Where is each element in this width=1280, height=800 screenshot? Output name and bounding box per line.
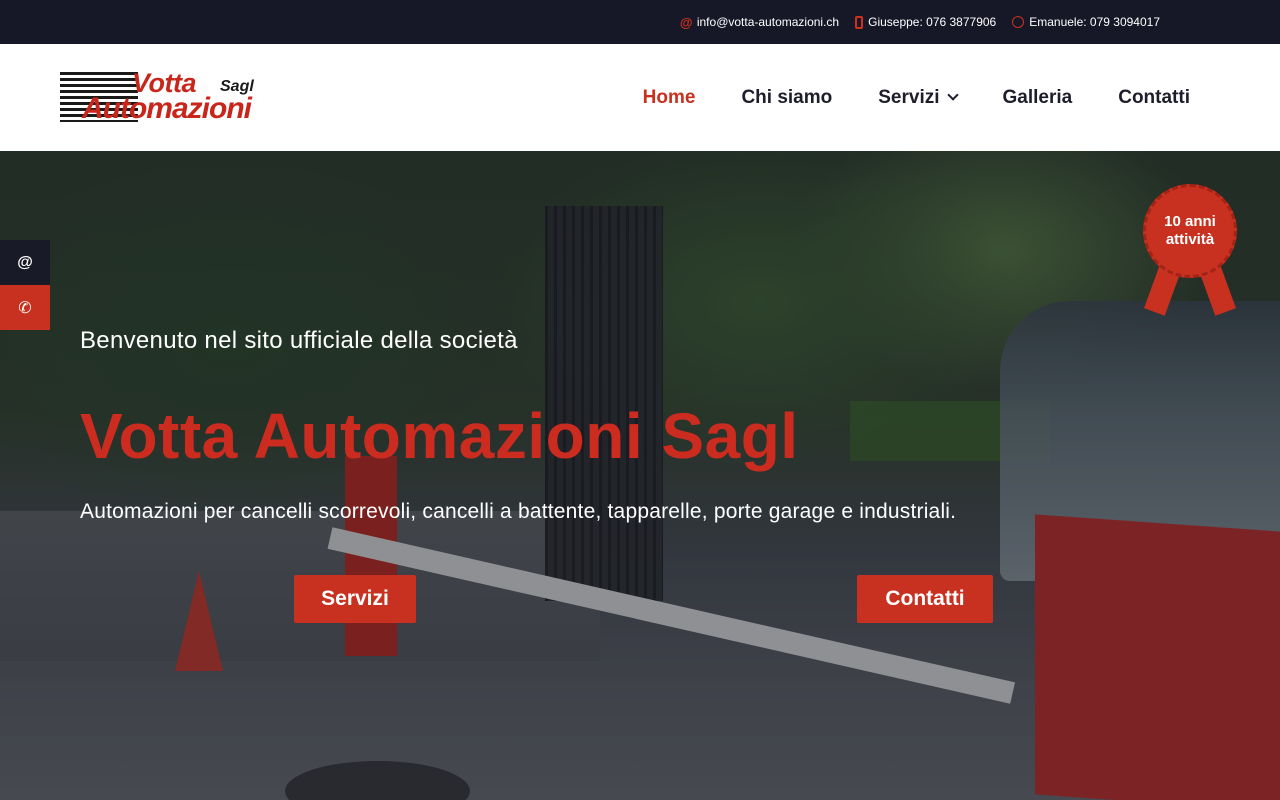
mobile-phone-icon [855, 15, 864, 29]
logo-word-automazioni: Automazioni [82, 92, 252, 125]
phone-icon: ✆ [18, 299, 32, 317]
contatti-button[interactable]: Contatti [857, 575, 993, 623]
topbar-email-text[interactable]: info@votta-automazioni.ch [697, 15, 839, 29]
hero-tagline: Automazioni per cancelli scorrevoli, can… [80, 500, 957, 523]
main-nav: Home Chi siamo Servizi Galleria Contatti [643, 44, 1190, 151]
side-contact-buttons: @ ✆ [0, 240, 50, 330]
site-header: Votta Sagl Automazioni Home Chi siamo Se… [0, 44, 1280, 151]
topbar-email[interactable]: @ info@votta-automazioni.ch [680, 15, 839, 30]
hero-welcome: Benvenuto nel sito ufficiale della socie… [80, 327, 518, 354]
side-phone-button[interactable]: ✆ [0, 285, 50, 330]
badge-seal: 10 anni attività [1143, 184, 1237, 278]
nav-servizi[interactable]: Servizi [878, 86, 959, 109]
hero-section: Benvenuto nel sito ufficiale della socie… [0, 151, 1280, 800]
email-icon: @ [17, 253, 33, 271]
nav-galleria-label: Galleria [1002, 86, 1073, 108]
nav-galleria[interactable]: Galleria [1003, 87, 1073, 109]
hero-title: Votta Automazioni Sagl [80, 400, 799, 472]
chevron-down-icon[interactable] [946, 89, 959, 101]
nav-chi-siamo[interactable]: Chi siamo [741, 87, 832, 109]
side-email-button[interactable]: @ [0, 240, 50, 285]
nav-contatti-label: Contatti [1118, 86, 1190, 108]
badge-line-1: 10 anni [1164, 213, 1216, 230]
site-logo[interactable]: Votta Sagl Automazioni [60, 68, 265, 126]
topbar-phone-giuseppe-text[interactable]: Giuseppe: 076 3877906 [868, 15, 996, 29]
nav-home-label: Home [642, 86, 696, 108]
nav-chi-siamo-label: Chi siamo [741, 86, 833, 108]
top-contact-bar: @ info@votta-automazioni.ch Giuseppe: 07… [0, 0, 1280, 44]
servizi-button[interactable]: Servizi [294, 575, 416, 623]
nav-home[interactable]: Home [643, 87, 696, 109]
hero-overlay [0, 151, 1280, 800]
nav-contatti[interactable]: Contatti [1118, 87, 1190, 109]
anniversary-badge: 10 anni attività [1141, 180, 1241, 320]
badge-line-2: attività [1165, 231, 1215, 248]
topbar-phone-emanuele[interactable]: Emanuele: 079 3094017 [1012, 15, 1160, 29]
nav-servizi-label: Servizi [878, 86, 940, 108]
topbar-phone-giuseppe[interactable]: Giuseppe: 076 3877906 [855, 15, 996, 29]
at-icon: @ [679, 14, 693, 30]
topbar-phone-emanuele-text[interactable]: Emanuele: 079 3094017 [1029, 15, 1160, 29]
whatsapp-icon [1012, 16, 1025, 28]
